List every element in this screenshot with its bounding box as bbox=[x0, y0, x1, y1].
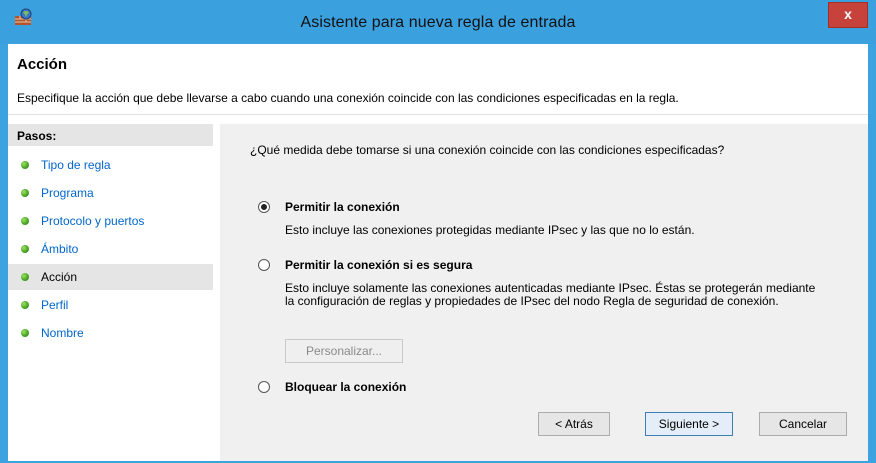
allow-label[interactable]: Permitir la conexión bbox=[285, 200, 400, 214]
steps-header: Pasos: bbox=[8, 124, 213, 146]
step-label: Protocolo y puertos bbox=[41, 214, 145, 228]
green-dot-icon bbox=[21, 273, 29, 281]
step-label: Ámbito bbox=[41, 242, 79, 256]
step-programa[interactable]: Programa bbox=[8, 180, 213, 206]
allow-secure-description: Esto incluye solamente las conexiones au… bbox=[285, 281, 816, 308]
action-question: ¿Qué medida debe tomarse si una conexión… bbox=[250, 143, 725, 157]
step-perfil[interactable]: Perfil bbox=[8, 292, 213, 318]
wizard-client-area: Acción Especifique la acción que debe ll… bbox=[8, 44, 868, 461]
allow-secure-label[interactable]: Permitir la conexión si es segura bbox=[285, 258, 472, 272]
step-label: Tipo de regla bbox=[41, 158, 111, 172]
step-tipo-de-regla[interactable]: Tipo de regla bbox=[8, 152, 213, 178]
close-button[interactable]: x bbox=[828, 2, 868, 28]
step-label: Acción bbox=[41, 270, 78, 284]
title-bar[interactable]: Asistente para nueva regla de entrada x bbox=[0, 0, 876, 44]
green-dot-icon bbox=[21, 245, 29, 253]
customize-button[interactable]: Personalizar... bbox=[285, 339, 403, 363]
allow-secure-radio[interactable] bbox=[258, 259, 270, 271]
green-dot-icon bbox=[21, 161, 29, 169]
allow-radio[interactable] bbox=[258, 201, 270, 213]
step-label: Programa bbox=[41, 186, 94, 200]
step-label: Nombre bbox=[41, 326, 84, 340]
window-title: Asistente para nueva regla de entrada bbox=[300, 14, 576, 31]
steps-title: Pasos: bbox=[17, 129, 57, 143]
wizard-window: Asistente para nueva regla de entrada x … bbox=[0, 0, 876, 463]
step-accion[interactable]: Acción bbox=[8, 264, 213, 290]
page-title: Acción bbox=[17, 56, 68, 73]
page-description: Especifique la acción que debe llevarse … bbox=[17, 91, 679, 105]
step-ambito[interactable]: Ámbito bbox=[8, 236, 213, 262]
green-dot-icon bbox=[21, 217, 29, 225]
allow-description: Esto incluye las conexiones protegidas m… bbox=[285, 223, 695, 237]
step-nombre[interactable]: Nombre bbox=[8, 320, 213, 346]
back-button[interactable]: < Atrás bbox=[538, 412, 610, 436]
green-dot-icon bbox=[21, 189, 29, 197]
block-label[interactable]: Bloquear la conexión bbox=[285, 380, 406, 394]
content-panel: ¿Qué medida debe tomarse si una conexión… bbox=[220, 124, 868, 461]
steps-panel: Pasos: Tipo de regla Programa Protocolo … bbox=[8, 124, 213, 461]
green-dot-icon bbox=[21, 301, 29, 309]
step-protocolo-y-puertos[interactable]: Protocolo y puertos bbox=[8, 208, 213, 234]
next-button[interactable]: Siguiente > bbox=[645, 412, 733, 436]
wizard-header: Acción Especifique la acción que debe ll… bbox=[8, 44, 868, 115]
step-label: Perfil bbox=[41, 298, 69, 312]
block-radio[interactable] bbox=[258, 381, 270, 393]
green-dot-icon bbox=[21, 329, 29, 337]
cancel-button[interactable]: Cancelar bbox=[759, 412, 847, 436]
